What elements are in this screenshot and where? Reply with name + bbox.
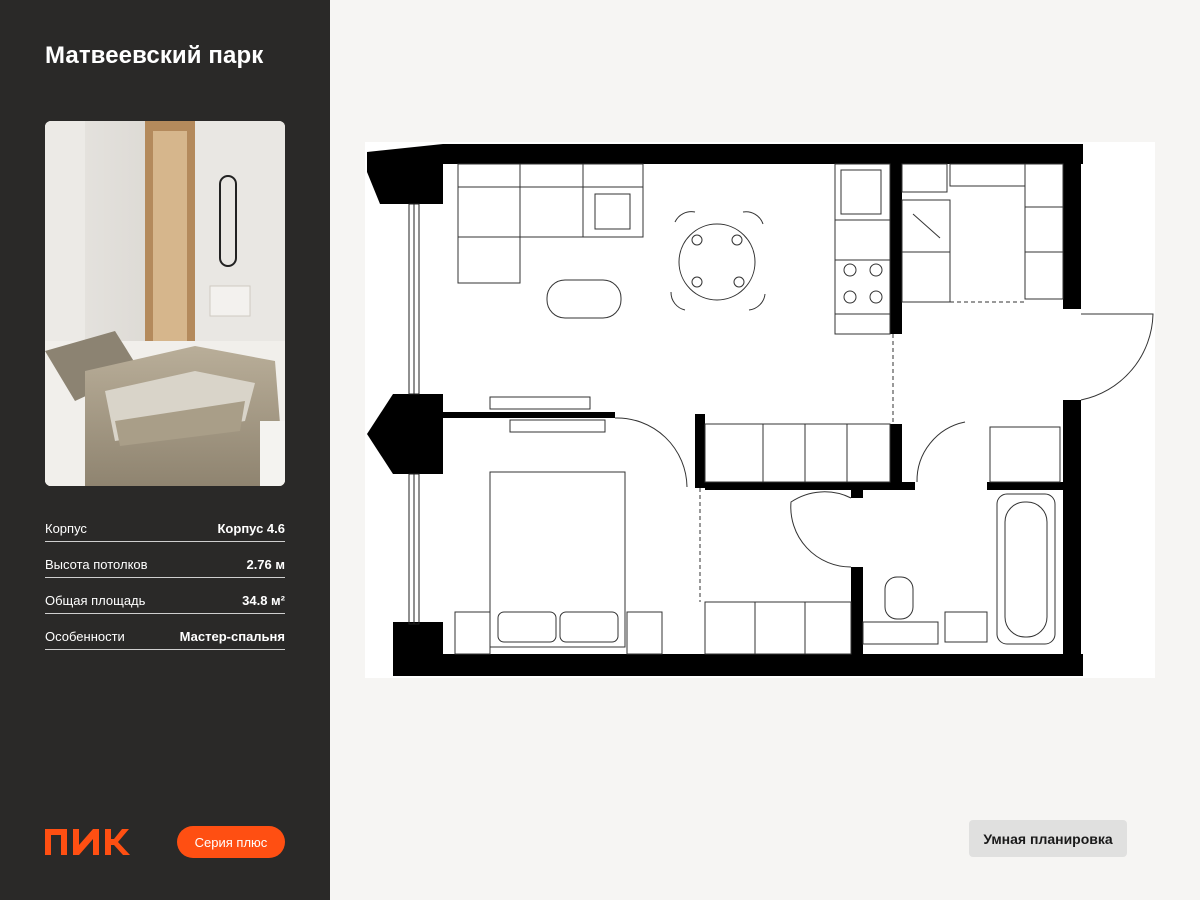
property-value: Мастер-спальня xyxy=(179,629,285,644)
pik-logo xyxy=(45,829,130,855)
floor-plan xyxy=(365,142,1155,678)
interior-photo xyxy=(45,121,285,486)
project-title: Матвеевский парк xyxy=(45,42,264,69)
properties-list: Корпус Корпус 4.6 Высота потолков 2.76 м… xyxy=(45,520,285,650)
coffee-table xyxy=(546,279,622,319)
floor-plan-drawing xyxy=(367,144,1154,676)
kitchen-counter xyxy=(457,163,644,284)
smart-layout-button[interactable]: Умная планировка xyxy=(969,820,1127,857)
property-row: Общая площадь 34.8 м² xyxy=(45,578,285,614)
property-value: Корпус 4.6 xyxy=(217,521,286,536)
dining-table xyxy=(670,211,766,311)
property-label: Корпус xyxy=(45,521,87,536)
property-row: Корпус Корпус 4.6 xyxy=(45,520,285,542)
bedroom-photo-illustration xyxy=(45,121,285,486)
property-value: 34.8 м² xyxy=(242,593,285,608)
property-row: Высота потолков 2.76 м xyxy=(45,542,285,578)
property-row: Особенности Мастер-спальня xyxy=(45,614,285,650)
hall-closet xyxy=(901,163,1064,303)
zone-boundaries xyxy=(699,301,1025,602)
sidebar: Матвеевский парк Корпус Корпус 4.6 Высот… xyxy=(0,0,330,900)
bedroom-furniture xyxy=(454,396,891,655)
property-label: Общая площадь xyxy=(45,593,146,608)
property-label: Особенности xyxy=(45,629,125,644)
outer-walls xyxy=(367,144,1083,676)
property-label: Высота потолков xyxy=(45,557,148,572)
kitchen-appliances xyxy=(834,163,891,335)
property-value: 2.76 м xyxy=(246,557,285,572)
series-badge: Серия плюс xyxy=(177,826,285,858)
